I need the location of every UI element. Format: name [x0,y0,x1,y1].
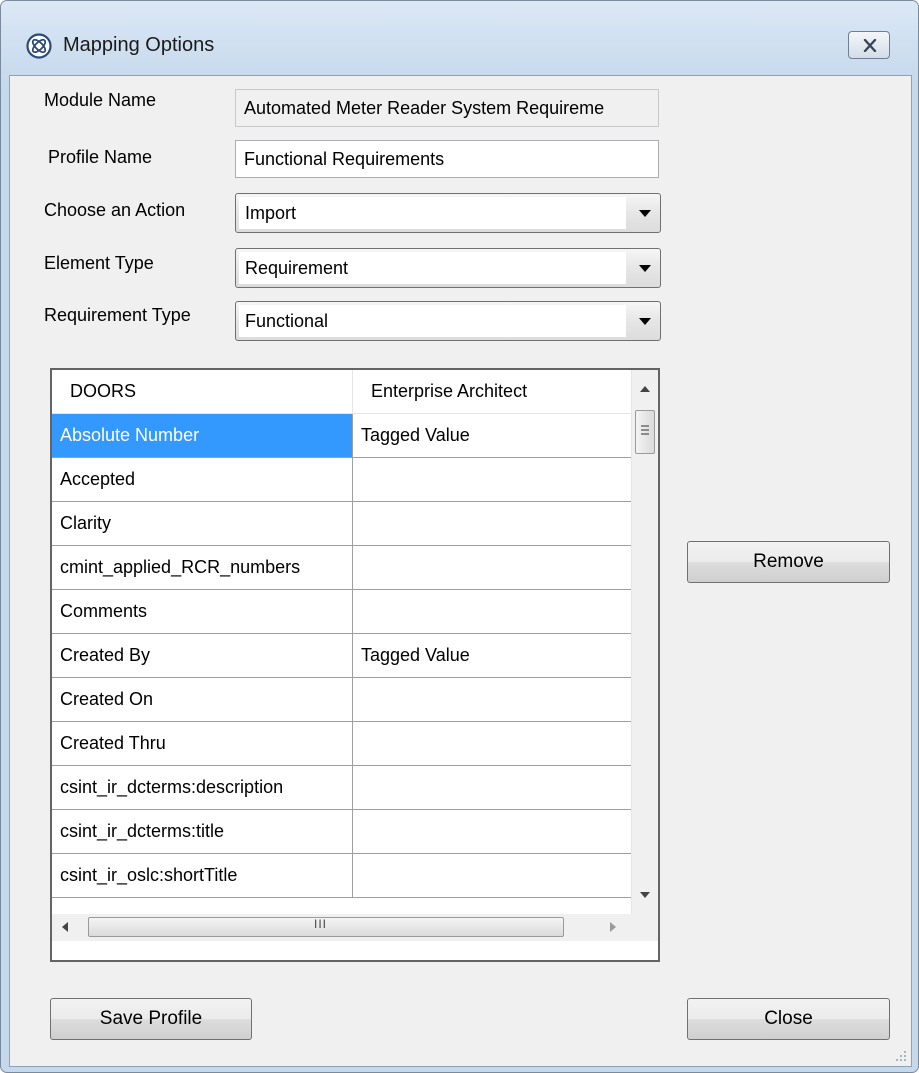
table-row[interactable]: Created By Tagged Value [52,634,631,678]
ea-mapping-cell[interactable] [353,458,631,502]
element-type-select-value: Requirement [239,252,626,284]
requirement-type-label: Requirement Type [44,305,191,325]
column-header-enterprise-architect[interactable]: Enterprise Architect [353,370,631,414]
doors-attribute-cell[interactable]: Comments [52,590,353,634]
doors-attribute-cell[interactable]: Created By [52,634,353,678]
action-select-value: Import [239,197,626,229]
scroll-left-icon[interactable] [62,922,68,932]
scroll-up-icon[interactable] [640,386,650,392]
doors-attribute-cell[interactable]: csint_ir_oslc:shortTitle [52,854,353,898]
ea-mapping-cell[interactable]: Tagged Value [353,414,631,458]
ea-mapping-cell[interactable] [353,854,631,898]
table-row[interactable]: Comments [52,590,631,634]
remove-button[interactable]: Remove [687,541,890,583]
mapping-options-window: Mapping Options Module Name Automated Me… [0,0,919,1073]
dialog-body: Module Name Automated Meter Reader Syste… [9,75,912,1067]
window-title: Mapping Options [63,34,215,56]
horizontal-scroll-grip: III [314,917,328,931]
chevron-down-icon [639,210,651,217]
vertical-scroll-thumb[interactable] [635,410,655,454]
element-type-label: Element Type [44,253,154,273]
doors-attribute-cell[interactable]: csint_ir_dcterms:description [52,766,353,810]
close-button[interactable]: Close [687,998,890,1040]
doors-attribute-cell[interactable]: Created On [52,678,353,722]
scrollbar-corner [631,914,658,941]
table-row[interactable]: Created Thru [52,722,631,766]
doors-attribute-cell[interactable]: Absolute Number [52,414,353,458]
ea-logo-icon [26,33,52,59]
table-row[interactable]: Absolute Number Tagged Value [52,414,631,458]
table-row[interactable]: csint_ir_dcterms:description [52,766,631,810]
doors-attribute-cell[interactable]: csint_ir_dcterms:title [52,810,353,854]
profile-name-label: Profile Name [48,147,153,167]
choose-action-label: Choose an Action [44,200,186,220]
chevron-down-icon [639,318,651,325]
requirement-type-select-value: Functional [239,305,626,337]
ea-mapping-cell[interactable] [353,590,631,634]
scroll-right-icon[interactable] [610,922,616,932]
module-name-field: Automated Meter Reader System Requireme [235,89,659,127]
action-select[interactable]: Import [235,193,661,233]
module-name-label: Module Name [44,90,157,110]
chevron-down-icon [639,265,651,272]
ea-mapping-cell[interactable]: Tagged Value [353,634,631,678]
ea-mapping-cell[interactable] [353,678,631,722]
grip-icon [641,425,649,435]
resize-grip-icon[interactable] [895,1050,907,1062]
doors-attribute-cell[interactable]: cmint_applied_RCR_numbers [52,546,353,590]
table-row[interactable]: csint_ir_oslc:shortTitle [52,854,631,898]
column-header-doors[interactable]: DOORS [52,370,353,414]
ea-mapping-cell[interactable] [353,810,631,854]
profile-name-input[interactable]: Functional Requirements [235,140,659,178]
grid-header: DOORS Enterprise Architect [52,370,631,414]
horizontal-scrollbar[interactable]: III [52,914,631,941]
horizontal-scroll-thumb[interactable]: III [88,917,564,937]
close-icon [863,39,877,52]
table-row[interactable]: Created On [52,678,631,722]
table-row[interactable]: cmint_applied_RCR_numbers [52,546,631,590]
mapping-grid[interactable]: DOORS Enterprise Architect Absolute Numb… [50,368,660,962]
table-row[interactable]: csint_ir_dcterms:title [52,810,631,854]
doors-attribute-cell[interactable]: Created Thru [52,722,353,766]
doors-attribute-cell[interactable]: Accepted [52,458,353,502]
table-row[interactable]: Clarity [52,502,631,546]
ea-mapping-cell[interactable] [353,502,631,546]
window-close-button[interactable] [848,31,890,59]
table-row[interactable]: Accepted [52,458,631,502]
vertical-scrollbar[interactable] [631,370,658,914]
ea-mapping-cell[interactable] [353,766,631,810]
save-profile-button[interactable]: Save Profile [50,998,252,1040]
ea-mapping-cell[interactable] [353,546,631,590]
requirement-type-select[interactable]: Functional [235,301,661,341]
ea-mapping-cell[interactable] [353,722,631,766]
element-type-select[interactable]: Requirement [235,248,661,288]
scroll-down-icon[interactable] [640,892,650,898]
doors-attribute-cell[interactable]: Clarity [52,502,353,546]
